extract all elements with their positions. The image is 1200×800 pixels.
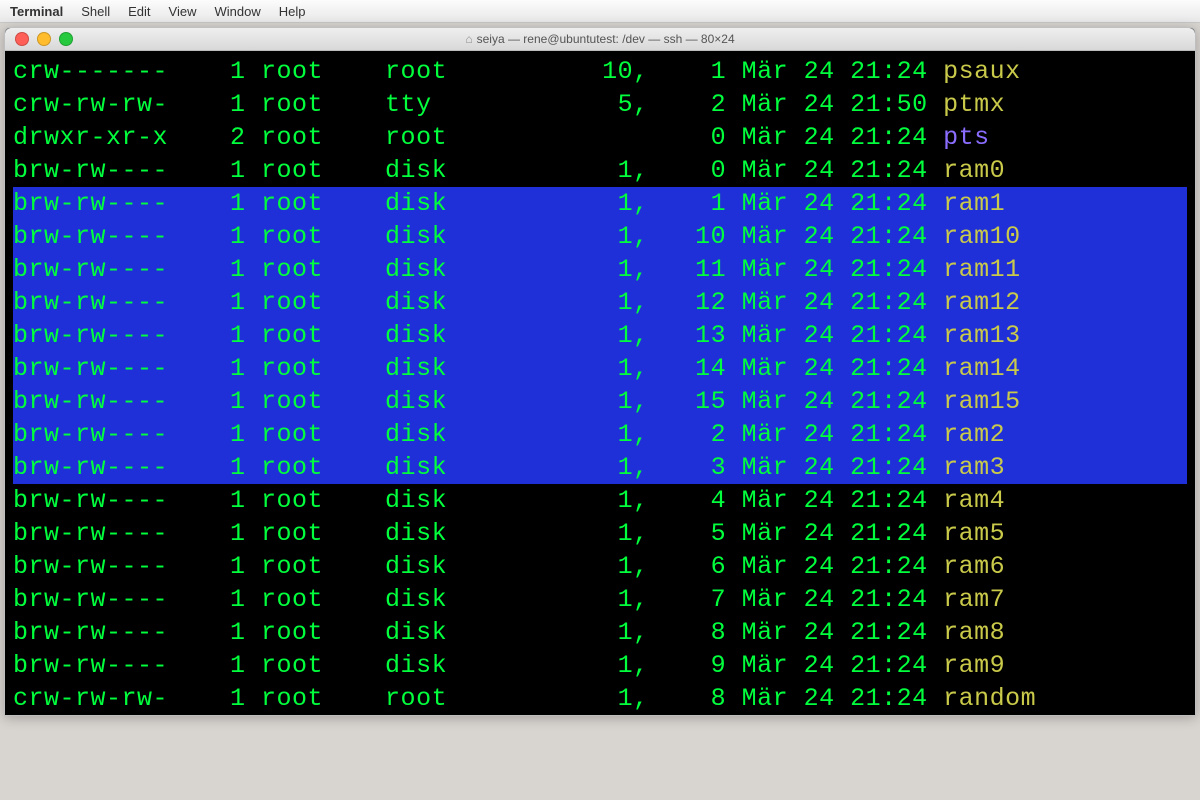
file-name: ram9 <box>943 651 1005 680</box>
ls-row[interactable]: brw-rw---- 1 root disk 1, 13 Mär 24 21:2… <box>13 319 1187 352</box>
ls-row[interactable]: brw-rw---- 1 root disk 1, 2 Mär 24 21:24… <box>13 418 1187 451</box>
ls-row-text: brw-rw---- 1 root disk 1, 12 Mär 24 21:2… <box>13 288 943 317</box>
menu-window[interactable]: Window <box>215 4 261 19</box>
ls-row-text: drwxr-xr-x 2 root root 0 Mär 24 21:24 <box>13 123 943 152</box>
ls-row-text: brw-rw---- 1 root disk 1, 3 Mär 24 21:24 <box>13 453 943 482</box>
file-name: ram13 <box>943 321 1021 350</box>
menu-help[interactable]: Help <box>279 4 306 19</box>
file-name: ram15 <box>943 387 1021 416</box>
file-name: psaux <box>943 57 1021 86</box>
ls-row[interactable]: crw-rw-rw- 1 root root 1, 8 Mär 24 21:24… <box>13 682 1187 715</box>
app-name[interactable]: Terminal <box>10 4 63 19</box>
ls-row-text: crw------- 1 root root 10, 1 Mär 24 21:2… <box>13 57 943 86</box>
ls-row[interactable]: brw-rw---- 1 root disk 1, 0 Mär 24 21:24… <box>13 154 1187 187</box>
home-icon: ⌂ <box>465 32 472 46</box>
ls-row-text: brw-rw---- 1 root disk 1, 0 Mär 24 21:24 <box>13 156 943 185</box>
file-name: ram3 <box>943 453 1005 482</box>
file-name: ptmx <box>943 90 1005 119</box>
menu-edit[interactable]: Edit <box>128 4 150 19</box>
ls-row-text: brw-rw---- 1 root disk 1, 6 Mär 24 21:24 <box>13 552 943 581</box>
ls-row[interactable]: brw-rw---- 1 root disk 1, 7 Mär 24 21:24… <box>13 583 1187 616</box>
file-name: ram2 <box>943 420 1005 449</box>
window-title: ⌂ seiya — rene@ubuntutest: /dev — ssh — 8… <box>5 32 1195 46</box>
ls-row-text: brw-rw---- 1 root disk 1, 14 Mär 24 21:2… <box>13 354 943 383</box>
ls-row-text: brw-rw---- 1 root disk 1, 7 Mär 24 21:24 <box>13 585 943 614</box>
ls-row-text: crw-rw-rw- 1 root tty 5, 2 Mär 24 21:50 <box>13 90 943 119</box>
ls-row[interactable]: brw-rw---- 1 root disk 1, 15 Mär 24 21:2… <box>13 385 1187 418</box>
zoom-icon[interactable] <box>59 32 73 46</box>
ls-row[interactable]: brw-rw---- 1 root disk 1, 11 Mär 24 21:2… <box>13 253 1187 286</box>
ls-row-text: brw-rw---- 1 root disk 1, 10 Mär 24 21:2… <box>13 222 943 251</box>
ls-row[interactable]: brw-rw---- 1 root disk 1, 5 Mär 24 21:24… <box>13 517 1187 550</box>
file-name: pts <box>943 123 990 152</box>
file-name: random <box>943 684 1036 713</box>
ls-row[interactable]: brw-rw---- 1 root disk 1, 6 Mär 24 21:24… <box>13 550 1187 583</box>
file-name: ram5 <box>943 519 1005 548</box>
ls-row-text: brw-rw---- 1 root disk 1, 2 Mär 24 21:24 <box>13 420 943 449</box>
ls-row[interactable]: brw-rw---- 1 root disk 1, 9 Mär 24 21:24… <box>13 649 1187 682</box>
ls-row[interactable]: crw------- 1 root root 10, 1 Mär 24 21:2… <box>13 55 1187 88</box>
file-name: ram10 <box>943 222 1021 251</box>
ls-row[interactable]: drwxr-xr-x 2 root root 0 Mär 24 21:24 pt… <box>13 121 1187 154</box>
menu-view[interactable]: View <box>169 4 197 19</box>
ls-row[interactable]: brw-rw---- 1 root disk 1, 10 Mär 24 21:2… <box>13 220 1187 253</box>
system-menubar[interactable]: Terminal Shell Edit View Window Help <box>0 0 1200 23</box>
terminal-body[interactable]: crw------- 1 root root 10, 1 Mär 24 21:2… <box>5 51 1195 715</box>
ls-row[interactable]: brw-rw---- 1 root disk 1, 14 Mär 24 21:2… <box>13 352 1187 385</box>
ls-row-text: brw-rw---- 1 root disk 1, 11 Mär 24 21:2… <box>13 255 943 284</box>
ls-row[interactable]: brw-rw---- 1 root disk 1, 8 Mär 24 21:24… <box>13 616 1187 649</box>
file-name: ram12 <box>943 288 1021 317</box>
ls-row-text: brw-rw---- 1 root disk 1, 1 Mär 24 21:24 <box>13 189 943 218</box>
file-name: ram8 <box>943 618 1005 647</box>
ls-row-text: brw-rw---- 1 root disk 1, 8 Mär 24 21:24 <box>13 618 943 647</box>
menu-shell[interactable]: Shell <box>81 4 110 19</box>
minimize-icon[interactable] <box>37 32 51 46</box>
ls-row-text: brw-rw---- 1 root disk 1, 4 Mär 24 21:24 <box>13 486 943 515</box>
terminal-window: ⌂ seiya — rene@ubuntutest: /dev — ssh — 8… <box>4 27 1196 716</box>
ls-row[interactable]: brw-rw---- 1 root disk 1, 4 Mär 24 21:24… <box>13 484 1187 517</box>
ls-row-text: brw-rw---- 1 root disk 1, 13 Mär 24 21:2… <box>13 321 943 350</box>
window-title-text: seiya — rene@ubuntutest: /dev — ssh — 80… <box>477 32 735 46</box>
file-name: ram0 <box>943 156 1005 185</box>
file-name: ram1 <box>943 189 1005 218</box>
ls-row-text: crw-rw-rw- 1 root root 1, 8 Mär 24 21:24 <box>13 684 943 713</box>
file-name: ram7 <box>943 585 1005 614</box>
ls-row[interactable]: brw-rw---- 1 root disk 1, 12 Mär 24 21:2… <box>13 286 1187 319</box>
window-controls <box>5 32 73 46</box>
ls-row-text: brw-rw---- 1 root disk 1, 15 Mär 24 21:2… <box>13 387 943 416</box>
ls-row-text: brw-rw---- 1 root disk 1, 5 Mär 24 21:24 <box>13 519 943 548</box>
ls-row-text: brw-rw---- 1 root disk 1, 9 Mär 24 21:24 <box>13 651 943 680</box>
file-name: ram14 <box>943 354 1021 383</box>
window-titlebar[interactable]: ⌂ seiya — rene@ubuntutest: /dev — ssh — 8… <box>5 28 1195 51</box>
file-name: ram4 <box>943 486 1005 515</box>
file-name: ram6 <box>943 552 1005 581</box>
ls-row[interactable]: brw-rw---- 1 root disk 1, 1 Mär 24 21:24… <box>13 187 1187 220</box>
ls-row[interactable]: brw-rw---- 1 root disk 1, 3 Mär 24 21:24… <box>13 451 1187 484</box>
close-icon[interactable] <box>15 32 29 46</box>
ls-row[interactable]: crw-rw-rw- 1 root tty 5, 2 Mär 24 21:50 … <box>13 88 1187 121</box>
file-name: ram11 <box>943 255 1021 284</box>
